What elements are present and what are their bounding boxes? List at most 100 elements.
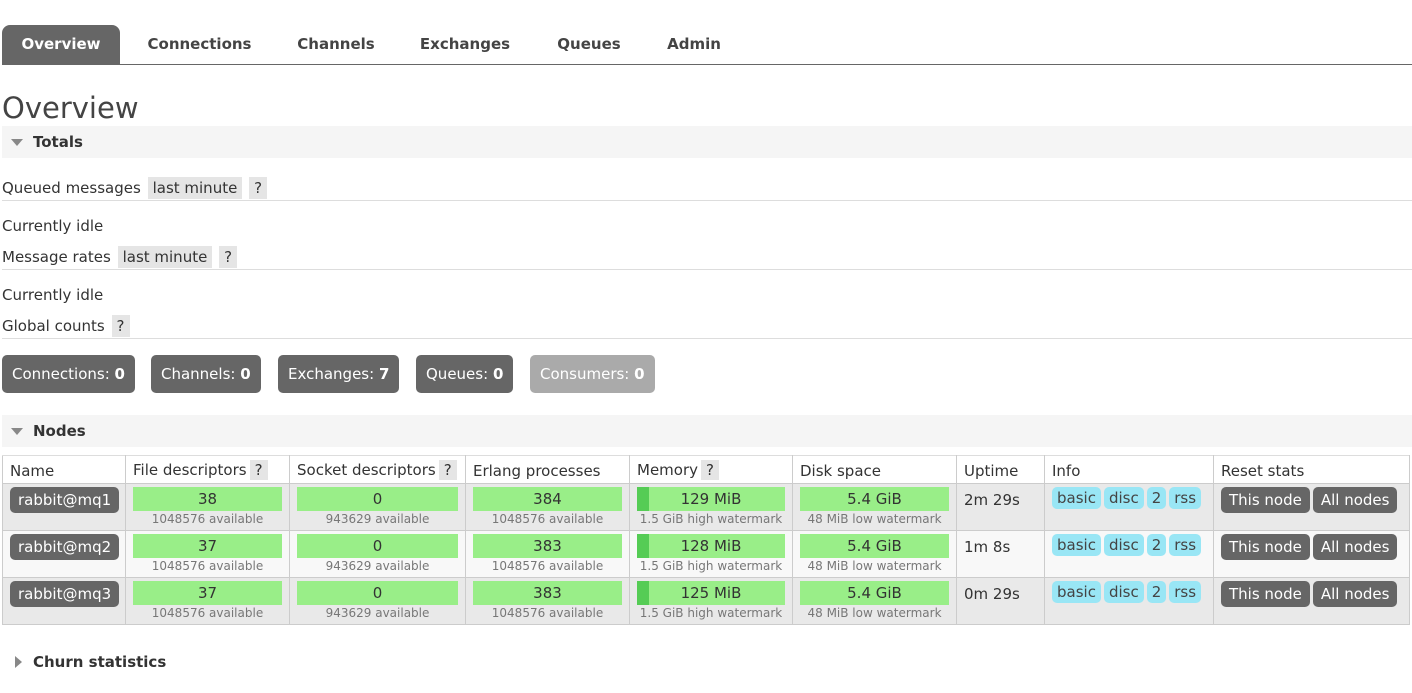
queued-status: Currently idle bbox=[2, 217, 104, 235]
fd-cell: 37 1048576 available bbox=[125, 530, 290, 578]
churn-label: Churn statistics bbox=[33, 653, 167, 671]
queued-help-button[interactable]: ? bbox=[249, 177, 268, 199]
col-fd-label: File descriptors bbox=[133, 461, 247, 479]
node-name-link[interactable]: rabbit@mq3 bbox=[10, 581, 120, 607]
memory-watermark: 1.5 GiB high watermark bbox=[639, 606, 783, 620]
info-tag-count: 2 bbox=[1146, 487, 1167, 509]
disk-value: 5.4 GiB bbox=[847, 537, 902, 555]
info-tag-disc: disc bbox=[1103, 581, 1144, 603]
queued-messages-heading: Queued messages last minute ? bbox=[2, 177, 1412, 201]
disk-bar: 5.4 GiB bbox=[800, 487, 949, 511]
erlang-cell: 383 1048576 available bbox=[465, 577, 630, 625]
node-name-cell: rabbit@mq2 bbox=[2, 530, 126, 578]
rates-status: Currently idle bbox=[2, 286, 104, 304]
totals-label: Totals bbox=[33, 133, 83, 151]
fd-value: 37 bbox=[197, 584, 218, 602]
fd-help-button[interactable]: ? bbox=[249, 460, 268, 480]
reset-all-nodes-button[interactable]: All nodes bbox=[1312, 581, 1398, 607]
erlang-value: 384 bbox=[533, 490, 562, 508]
col-disk-label: Disk space bbox=[800, 462, 881, 480]
disk-value: 5.4 GiB bbox=[847, 584, 902, 602]
col-memory: Memory? bbox=[629, 455, 793, 484]
col-info: Info bbox=[1044, 455, 1214, 484]
fd-value: 37 bbox=[197, 537, 218, 555]
memory-help-button[interactable]: ? bbox=[701, 460, 719, 480]
disk-cell: 5.4 GiB 48 MiB low watermark bbox=[792, 530, 957, 578]
nodes-section-header[interactable]: Nodes bbox=[2, 415, 1412, 447]
node-name-link[interactable]: rabbit@mq1 bbox=[10, 487, 120, 513]
churn-section-header[interactable]: Churn statistics bbox=[2, 646, 1412, 678]
sd-bar: 0 bbox=[297, 581, 458, 605]
reset-cell: This node All nodes bbox=[1213, 577, 1410, 625]
info-tag-disc: disc bbox=[1103, 487, 1144, 509]
message-rates-label: Message rates bbox=[2, 248, 111, 266]
col-name: Name bbox=[2, 455, 126, 484]
node-name-cell: rabbit@mq3 bbox=[2, 577, 126, 625]
disk-value: 5.4 GiB bbox=[847, 490, 902, 508]
fd-cell: 38 1048576 available bbox=[125, 483, 290, 531]
tab-queues[interactable]: Queues bbox=[546, 25, 632, 64]
global-counts-label: Global counts bbox=[2, 317, 105, 335]
totals-section-header[interactable]: Totals bbox=[2, 126, 1412, 158]
info-tag-basic: basic bbox=[1052, 581, 1101, 603]
col-reset-label: Reset stats bbox=[1221, 462, 1305, 480]
table-row: rabbit@mq3 37 1048576 available 0 943629 a… bbox=[2, 577, 1410, 625]
queued-messages-label: Queued messages bbox=[2, 179, 141, 197]
col-reset-stats: Reset stats bbox=[1213, 455, 1410, 484]
col-erlang-label: Erlang processes bbox=[473, 462, 601, 480]
tab-connections[interactable]: Connections bbox=[137, 25, 262, 64]
global-help-button[interactable]: ? bbox=[111, 315, 130, 337]
exchanges-count[interactable]: Exchanges: 7 bbox=[278, 355, 400, 393]
reset-all-nodes-button[interactable]: All nodes bbox=[1312, 534, 1398, 560]
memory-cell: 125 MiB 1.5 GiB high watermark bbox=[629, 577, 793, 625]
connections-count[interactable]: Connections: 0 bbox=[2, 355, 135, 393]
connections-count-value: 0 bbox=[114, 365, 125, 383]
info-tag-basic: basic bbox=[1052, 487, 1101, 509]
uptime-cell: 2m 29s bbox=[956, 483, 1045, 531]
info-tag-disc: disc bbox=[1103, 534, 1144, 556]
disk-bar: 5.4 GiB bbox=[800, 581, 949, 605]
memory-watermark: 1.5 GiB high watermark bbox=[639, 559, 783, 573]
info-cell: basic disc 2 rss bbox=[1044, 483, 1214, 531]
col-info-label: Info bbox=[1052, 462, 1081, 480]
tab-overview[interactable]: Overview bbox=[2, 25, 120, 64]
sd-available: 943629 available bbox=[325, 606, 430, 620]
memory-value: 125 MiB bbox=[680, 584, 742, 602]
nodes-table: Name File descriptors? Socket descriptor… bbox=[2, 455, 1410, 625]
info-tag-count: 2 bbox=[1146, 581, 1167, 603]
node-name-link[interactable]: rabbit@mq2 bbox=[10, 534, 120, 560]
global-counts-heading: Global counts ? bbox=[2, 315, 1412, 339]
reset-all-nodes-button[interactable]: All nodes bbox=[1312, 487, 1398, 513]
info-tag-rss: rss bbox=[1169, 534, 1202, 556]
queued-range-selector[interactable]: last minute bbox=[147, 177, 243, 199]
memory-bar: 129 MiB bbox=[637, 487, 785, 511]
channels-count[interactable]: Channels: 0 bbox=[151, 355, 261, 393]
memory-fill bbox=[637, 487, 649, 511]
fd-available: 1048576 available bbox=[151, 559, 264, 573]
reset-this-node-button[interactable]: This node bbox=[1221, 534, 1310, 560]
consumers-count-value: 0 bbox=[634, 365, 645, 383]
disk-watermark: 48 MiB low watermark bbox=[807, 512, 942, 526]
erlang-available: 1048576 available bbox=[491, 559, 604, 573]
sd-help-button[interactable]: ? bbox=[438, 460, 457, 480]
table-row: rabbit@mq1 38 1048576 available 0 943629 a… bbox=[2, 483, 1410, 531]
uptime-value: 0m 29s bbox=[964, 585, 1020, 603]
main-nav-tabs: Overview Connections Channels Exchanges … bbox=[2, 25, 1412, 65]
collapse-triangle-icon bbox=[11, 139, 23, 146]
col-socket-descriptors: Socket descriptors? bbox=[289, 455, 466, 484]
info-cell: basic disc 2 rss bbox=[1044, 530, 1214, 578]
sd-bar: 0 bbox=[297, 487, 458, 511]
disk-watermark: 48 MiB low watermark bbox=[807, 559, 942, 573]
rates-help-button[interactable]: ? bbox=[219, 246, 238, 268]
queues-count[interactable]: Queues: 0 bbox=[416, 355, 514, 393]
disk-bar: 5.4 GiB bbox=[800, 534, 949, 558]
reset-this-node-button[interactable]: This node bbox=[1221, 581, 1310, 607]
tab-exchanges[interactable]: Exchanges bbox=[410, 25, 520, 64]
tab-channels[interactable]: Channels bbox=[286, 25, 386, 64]
tab-admin[interactable]: Admin bbox=[656, 25, 732, 64]
memory-bar: 128 MiB bbox=[637, 534, 785, 558]
page-title: Overview bbox=[2, 91, 139, 125]
rates-range-selector[interactable]: last minute bbox=[117, 246, 213, 268]
col-uptime: Uptime bbox=[956, 455, 1045, 484]
reset-this-node-button[interactable]: This node bbox=[1221, 487, 1310, 513]
